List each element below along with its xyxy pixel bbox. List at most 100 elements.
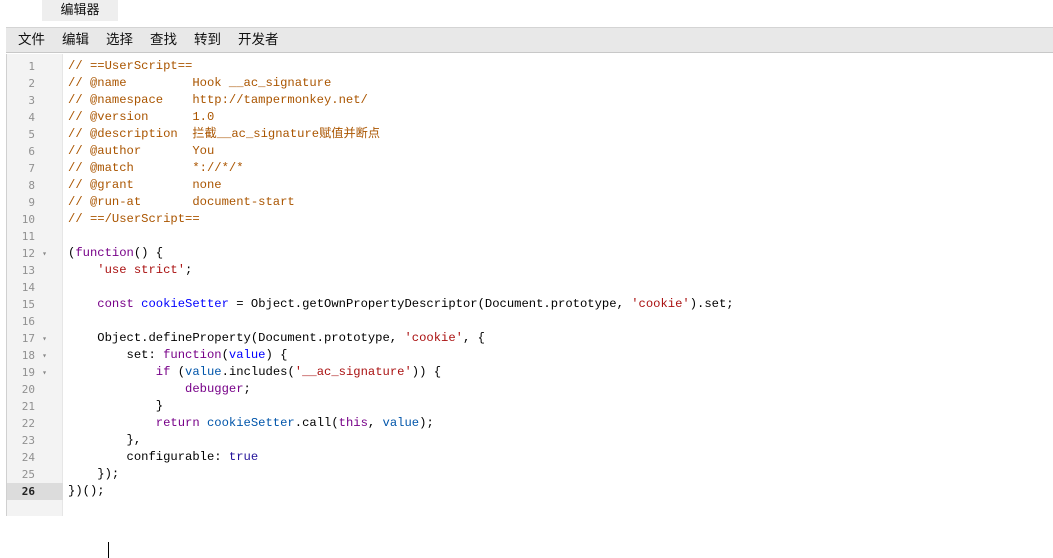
line-number-text: 2 [28, 77, 35, 90]
line-number-text: 8 [28, 179, 35, 192]
line-number-text: 26 [21, 485, 35, 498]
code-token: ); [419, 416, 434, 430]
line-number-text: 10 [21, 213, 35, 226]
code-line[interactable]: (function() { [68, 245, 163, 262]
code-line[interactable]: configurable: true [68, 449, 259, 466]
code-token: 'cookie' [631, 297, 690, 311]
code-area[interactable]: // ==UserScript== // @name Hook __ac_sign… [68, 54, 1053, 516]
line-number: 21 [7, 398, 63, 415]
code-line[interactable]: if (value.includes('__ac_signature')) { [68, 364, 441, 381]
code-line[interactable]: 'use strict'; [68, 262, 192, 279]
line-number: 22 [7, 415, 63, 432]
code-editor[interactable]: 1 2 3 4 5 6 7 8 9 10 11 12 ▾ 13 14 15 16 17 ▾ 18 ▾ 19 ▾ 20 21 22 2… [6, 54, 1053, 558]
code-token: '__ac_signature' [294, 365, 412, 379]
line-number-text: 25 [21, 468, 35, 481]
line-number: 20 [7, 381, 63, 398]
code-line[interactable]: const cookieSetter = Object.getOwnProper… [68, 296, 734, 313]
line-number: 5 [7, 126, 63, 143]
code-line[interactable]: })(); [68, 483, 105, 500]
code-line[interactable]: // ==UserScript== [68, 58, 192, 75]
code-token: .includes( [221, 365, 295, 379]
line-number-text: 5 [28, 128, 35, 141]
line-number: 15 [7, 296, 63, 313]
code-token: value [382, 416, 420, 430]
line-number: 23 [7, 432, 63, 449]
code-token: set: [68, 348, 164, 362]
line-number-text: 24 [21, 451, 35, 464]
code-token: cookieSetter [206, 416, 295, 430]
code-line[interactable]: // @run-at document-start [68, 194, 295, 211]
line-number: 8 [7, 177, 63, 194]
code-token: configurable: [68, 450, 229, 464]
code-token: }, [68, 433, 142, 447]
line-number: 2 [7, 75, 63, 92]
code-line[interactable]: set: function(value) { [68, 347, 288, 364]
code-line[interactable]: // @namespace http://tampermonkey.net/ [68, 92, 368, 109]
code-token: // @run-at document-start [68, 195, 295, 209]
code-line[interactable]: debugger; [68, 381, 251, 398]
line-number: 16 [7, 313, 63, 330]
code-token: ) { [265, 348, 288, 362]
code-line[interactable]: // @grant none [68, 177, 222, 194]
line-number: 4 [7, 109, 63, 126]
tab-editor[interactable]: 编辑器 [42, 0, 118, 21]
fold-arrow-icon[interactable]: ▾ [42, 330, 47, 347]
menu-goto[interactable]: 转到 [194, 30, 221, 50]
line-number: 7 [7, 160, 63, 177]
line-number-text: 17 [21, 332, 35, 345]
code-token: ).set; [689, 297, 734, 311]
line-number-text: 6 [28, 145, 35, 158]
code-line[interactable]: }); [68, 466, 119, 483]
code-line[interactable]: // @version 1.0 [68, 109, 214, 126]
code-token: () { [133, 246, 164, 260]
line-number: 26 [7, 483, 63, 500]
line-number: 10 [7, 211, 63, 228]
menu-edit[interactable]: 编辑 [62, 30, 89, 50]
line-number-text: 15 [21, 298, 35, 311]
menu-file[interactable]: 文件 [18, 30, 45, 50]
code-line[interactable]: // ==/UserScript== [68, 211, 200, 228]
code-line[interactable]: // @description 拦截__ac_signature赋值并断点 [68, 126, 380, 143]
line-number-text: 20 [21, 383, 35, 396]
code-line[interactable]: }, [68, 432, 142, 449]
code-token: // @name Hook __ac_signature [68, 76, 332, 90]
code-token: ; [243, 382, 251, 396]
menu-developer[interactable]: 开发者 [238, 30, 279, 50]
code-token: // @namespace http://tampermonkey.net/ [68, 93, 368, 107]
code-line[interactable]: // @author You [68, 143, 214, 160]
line-number-text: 4 [28, 111, 35, 124]
code-token: })(); [68, 484, 105, 498]
menu-select[interactable]: 选择 [106, 30, 133, 50]
line-number: 14 [7, 279, 63, 296]
fold-arrow-icon[interactable]: ▾ [42, 364, 47, 381]
line-number-text: 23 [21, 434, 35, 447]
code-token: // @match *://*/* [68, 161, 244, 175]
code-token: ; [185, 263, 193, 277]
fold-arrow-icon[interactable]: ▾ [42, 245, 47, 262]
code-token: debugger [185, 382, 244, 396]
line-number-text: 11 [21, 230, 35, 243]
code-line[interactable]: Object.defineProperty(Document.prototype… [68, 330, 485, 347]
line-number: 6 [7, 143, 63, 160]
code-line[interactable]: // @name Hook __ac_signature [68, 75, 331, 92]
code-token: }); [68, 467, 120, 481]
menu-find[interactable]: 查找 [150, 30, 177, 50]
line-number: 12 ▾ [7, 245, 63, 262]
line-number-text: 19 [21, 366, 35, 379]
line-number-text: 16 [21, 315, 35, 328]
code-line[interactable]: // @match *://*/* [68, 160, 244, 177]
code-token: )) { [411, 365, 442, 379]
code-token: true [228, 450, 259, 464]
line-number-text: 14 [21, 281, 35, 294]
code-token: value [228, 348, 266, 362]
fold-arrow-icon[interactable]: ▾ [42, 347, 47, 364]
line-number-text: 1 [28, 60, 35, 73]
code-token: const [97, 297, 134, 311]
line-number-text: 7 [28, 162, 35, 175]
code-line[interactable]: return cookieSetter.call(this, value); [68, 415, 434, 432]
code-token: // @description 拦截__ac_signature赋值并断点 [68, 127, 381, 141]
code-token: // @author You [68, 144, 215, 158]
code-line[interactable]: } [68, 398, 163, 415]
line-number: 25 [7, 466, 63, 483]
